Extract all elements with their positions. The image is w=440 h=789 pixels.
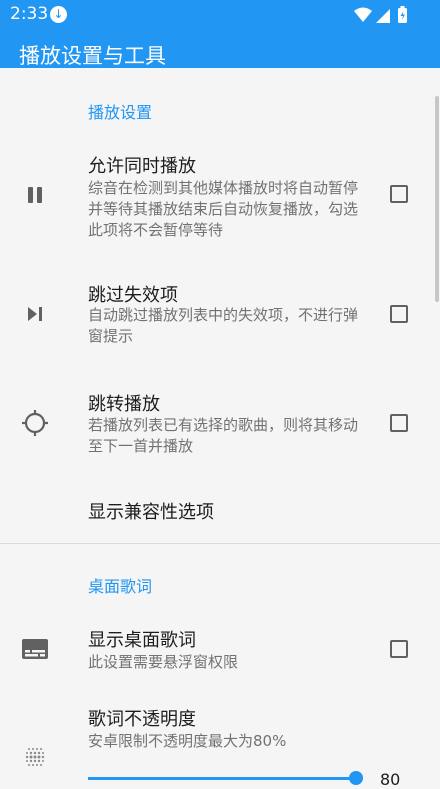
setting-title: 跳过失效项 [88,285,178,306]
skip-invalid-checkbox[interactable] [390,305,408,323]
scrollbar[interactable] [435,96,439,302]
signal-icon [376,9,390,23]
opacity-slider-track[interactable] [88,777,356,780]
wifi-icon [354,7,372,22]
jump-play-checkbox[interactable] [390,414,408,432]
setting-title: 显示桌面歌词 [88,630,196,651]
opacity-slider-thumb[interactable] [349,771,363,785]
section-header-lyrics: 桌面歌词 [88,577,153,596]
skip-next-icon [20,299,50,329]
section-header-playback: 播放设置 [88,103,153,122]
allow-concurrent-checkbox[interactable] [390,185,408,203]
setting-summary: 安卓限制不透明度最大为80% [88,732,287,750]
setting-title: 允许同时播放 [88,156,196,177]
setting-summary: 自动跳过播放列表中的失效项，不进行弹窗提示 [88,306,359,345]
subtitles-icon [20,634,50,664]
setting-title: 歌词不透明度 [88,709,196,730]
setting-summary: 此设置需要悬浮窗权限 [88,653,239,671]
status-icons [354,6,407,23]
status-time: 2:33 [10,4,49,24]
app-bar: 2:33 ↓ 播放设置与工具 [0,0,440,68]
setting-summary: 若播放列表已有选择的歌曲，则将其移动至下一首并播放 [88,416,359,455]
show-compat-options[interactable]: 显示兼容性选项 [88,498,214,524]
divider [0,543,440,544]
download-icon: ↓ [50,6,67,23]
setting-title: 跳转播放 [88,394,160,415]
pause-icon [20,180,50,210]
crosshair-icon [20,408,50,438]
show-lyrics-checkbox[interactable] [390,640,408,658]
setting-summary: 综音在检测到其他媒体播放时将自动暂停并等待其播放结束后自动恢复播放，勾选此项将不… [88,179,359,239]
opacity-icon [20,742,50,772]
opacity-value: 80 [380,770,401,789]
page-title: 播放设置与工具 [19,44,166,68]
